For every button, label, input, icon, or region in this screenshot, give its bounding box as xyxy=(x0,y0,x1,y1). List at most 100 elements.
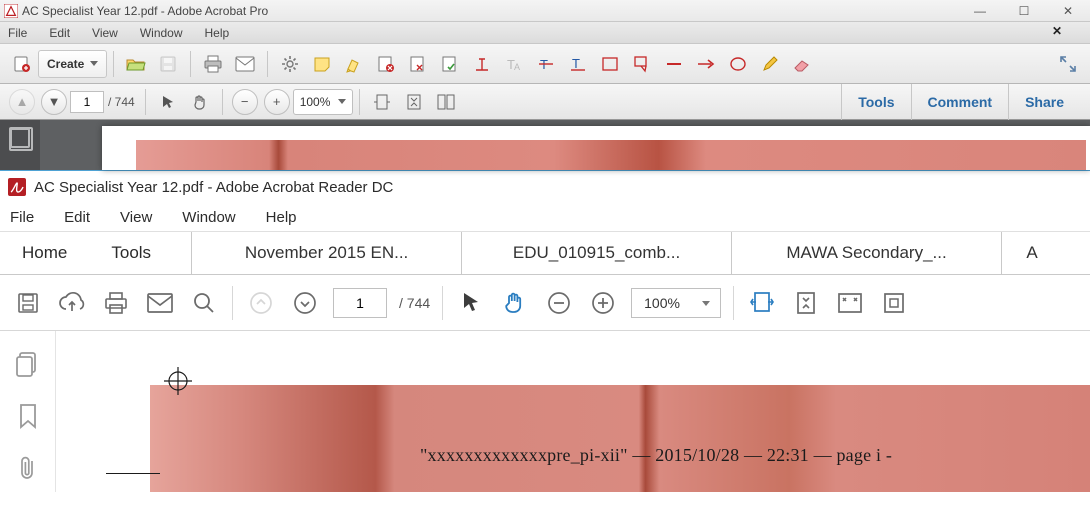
close-button[interactable]: ✕ xyxy=(1046,0,1090,22)
print-icon[interactable] xyxy=(100,287,132,319)
highlight-icon[interactable] xyxy=(341,51,367,77)
hand-tool-icon[interactable] xyxy=(187,89,213,115)
select-tool-icon[interactable] xyxy=(455,287,487,319)
page-input[interactable] xyxy=(70,91,104,113)
textbox-icon[interactable] xyxy=(597,51,623,77)
chevron-down-icon xyxy=(338,99,346,104)
text-edit-icon[interactable] xyxy=(469,51,495,77)
email-icon[interactable] xyxy=(232,51,258,77)
page-total: / 744 xyxy=(108,95,135,109)
text-tool-icon[interactable]: TA xyxy=(501,51,527,77)
share-pane-button[interactable]: Share xyxy=(1008,84,1080,120)
page-up-button[interactable]: ▲ xyxy=(9,89,35,115)
select-tool-icon[interactable] xyxy=(155,89,181,115)
pro-navbar: ▲ ▼ / 744 − + 100% Tools Comment Share xyxy=(0,84,1090,120)
page-total: / 744 xyxy=(399,295,430,311)
menu-help[interactable]: Help xyxy=(266,209,297,226)
strikethrough-icon[interactable]: T xyxy=(533,51,559,77)
menu-help[interactable]: Help xyxy=(205,26,230,40)
menu-view[interactable]: View xyxy=(120,209,152,226)
stamp-approve-icon[interactable] xyxy=(437,51,463,77)
menu-edit[interactable]: Edit xyxy=(64,209,90,226)
sticky-note-icon[interactable] xyxy=(309,51,335,77)
line-icon[interactable] xyxy=(661,51,687,77)
pencil-icon[interactable] xyxy=(757,51,783,77)
page-up-icon[interactable] xyxy=(245,287,277,319)
zoom-in-icon[interactable] xyxy=(587,287,619,319)
fit-page-icon[interactable] xyxy=(790,287,822,319)
dc-menubar: File Edit View Window Help xyxy=(0,203,1090,231)
menu-view[interactable]: View xyxy=(92,26,118,40)
menu-window[interactable]: Window xyxy=(140,26,183,40)
eraser-icon[interactable] xyxy=(789,51,815,77)
stamp-delete-icon[interactable] xyxy=(373,51,399,77)
tools-tab[interactable]: Tools xyxy=(89,232,192,274)
bookmark-icon[interactable] xyxy=(15,403,41,429)
open-icon[interactable] xyxy=(123,51,149,77)
page-down-button[interactable]: ▼ xyxy=(41,89,67,115)
cloud-upload-icon[interactable] xyxy=(56,287,88,319)
acrobat-pro-icon xyxy=(4,4,18,18)
search-icon[interactable] xyxy=(188,287,220,319)
page-down-icon[interactable] xyxy=(289,287,321,319)
more-tools-icon[interactable] xyxy=(878,287,910,319)
callout-icon[interactable] xyxy=(629,51,655,77)
save-icon[interactable] xyxy=(12,287,44,319)
zoom-in-button[interactable]: + xyxy=(264,89,290,115)
doc-tab-4[interactable]: A xyxy=(1002,232,1062,274)
pro-right-panes: Tools Comment Share xyxy=(841,84,1080,120)
dc-doc-area: "xxxxxxxxxxxxxpre_pi-xii" — 2015/10/28 —… xyxy=(0,331,1090,492)
zoom-select[interactable]: 100% xyxy=(293,89,354,115)
menu-edit[interactable]: Edit xyxy=(49,26,70,40)
svg-text:T: T xyxy=(572,56,580,71)
acrobat-reader-icon xyxy=(8,178,26,196)
dc-tabs: Home Tools November 2015 EN... EDU_01091… xyxy=(0,231,1090,275)
underline-icon[interactable]: T xyxy=(565,51,591,77)
crop-mark xyxy=(106,473,160,474)
gear-icon[interactable] xyxy=(277,51,303,77)
fit-width-icon[interactable] xyxy=(746,287,778,319)
dc-toolbar: / 744 100% xyxy=(0,275,1090,331)
dc-content: "xxxxxxxxxxxxxpre_pi-xii" — 2015/10/28 —… xyxy=(56,331,1090,492)
pro-title-text: AC Specialist Year 12.pdf - Adobe Acroba… xyxy=(22,4,268,18)
minimize-button[interactable]: — xyxy=(958,0,1002,22)
menu-file[interactable]: File xyxy=(10,209,34,226)
doc-tab-3[interactable]: MAWA Secondary_... xyxy=(732,232,1002,274)
pro-menubar: File Edit View Window Help ✕ xyxy=(0,22,1090,44)
thumbnails-icon[interactable] xyxy=(10,128,30,148)
doc-tab-2[interactable]: EDU_010915_comb... xyxy=(462,232,732,274)
menu-file[interactable]: File xyxy=(8,26,27,40)
home-tab[interactable]: Home xyxy=(0,232,89,274)
attachment-icon[interactable] xyxy=(15,455,41,481)
arrow-icon[interactable] xyxy=(693,51,719,77)
stamp-replace-icon[interactable] xyxy=(405,51,431,77)
fit-page-icon[interactable] xyxy=(401,89,427,115)
pro-side-panel xyxy=(0,120,40,170)
doc-close-icon[interactable]: ✕ xyxy=(1052,24,1062,38)
email-icon[interactable] xyxy=(144,287,176,319)
print-icon[interactable] xyxy=(200,51,226,77)
fit-width-icon[interactable] xyxy=(369,89,395,115)
page-input[interactable] xyxy=(333,288,387,318)
zoom-out-icon[interactable] xyxy=(543,287,575,319)
menu-window[interactable]: Window xyxy=(182,209,235,226)
chevron-down-icon xyxy=(90,61,98,66)
zoom-out-button[interactable]: − xyxy=(232,89,258,115)
dc-title-text: AC Specialist Year 12.pdf - Adobe Acroba… xyxy=(34,179,393,196)
doc-tab-1[interactable]: November 2015 EN... xyxy=(192,232,462,274)
oval-icon[interactable] xyxy=(725,51,751,77)
zoom-select[interactable]: 100% xyxy=(631,288,721,318)
comment-pane-button[interactable]: Comment xyxy=(911,84,1009,120)
page-cover-graphic xyxy=(136,140,1086,170)
two-page-icon[interactable] xyxy=(433,89,459,115)
save-icon[interactable] xyxy=(155,51,181,77)
pro-toolbar: Create TA T T xyxy=(0,44,1090,84)
thumbnails-icon[interactable] xyxy=(15,351,41,377)
hand-tool-icon[interactable] xyxy=(499,287,531,319)
read-mode-icon[interactable] xyxy=(834,287,866,319)
create-pdf-icon[interactable] xyxy=(9,51,35,77)
maximize-button[interactable]: ☐ xyxy=(1002,0,1046,22)
tools-pane-button[interactable]: Tools xyxy=(841,84,910,120)
create-button[interactable]: Create xyxy=(38,50,107,78)
expand-icon[interactable] xyxy=(1055,51,1081,77)
